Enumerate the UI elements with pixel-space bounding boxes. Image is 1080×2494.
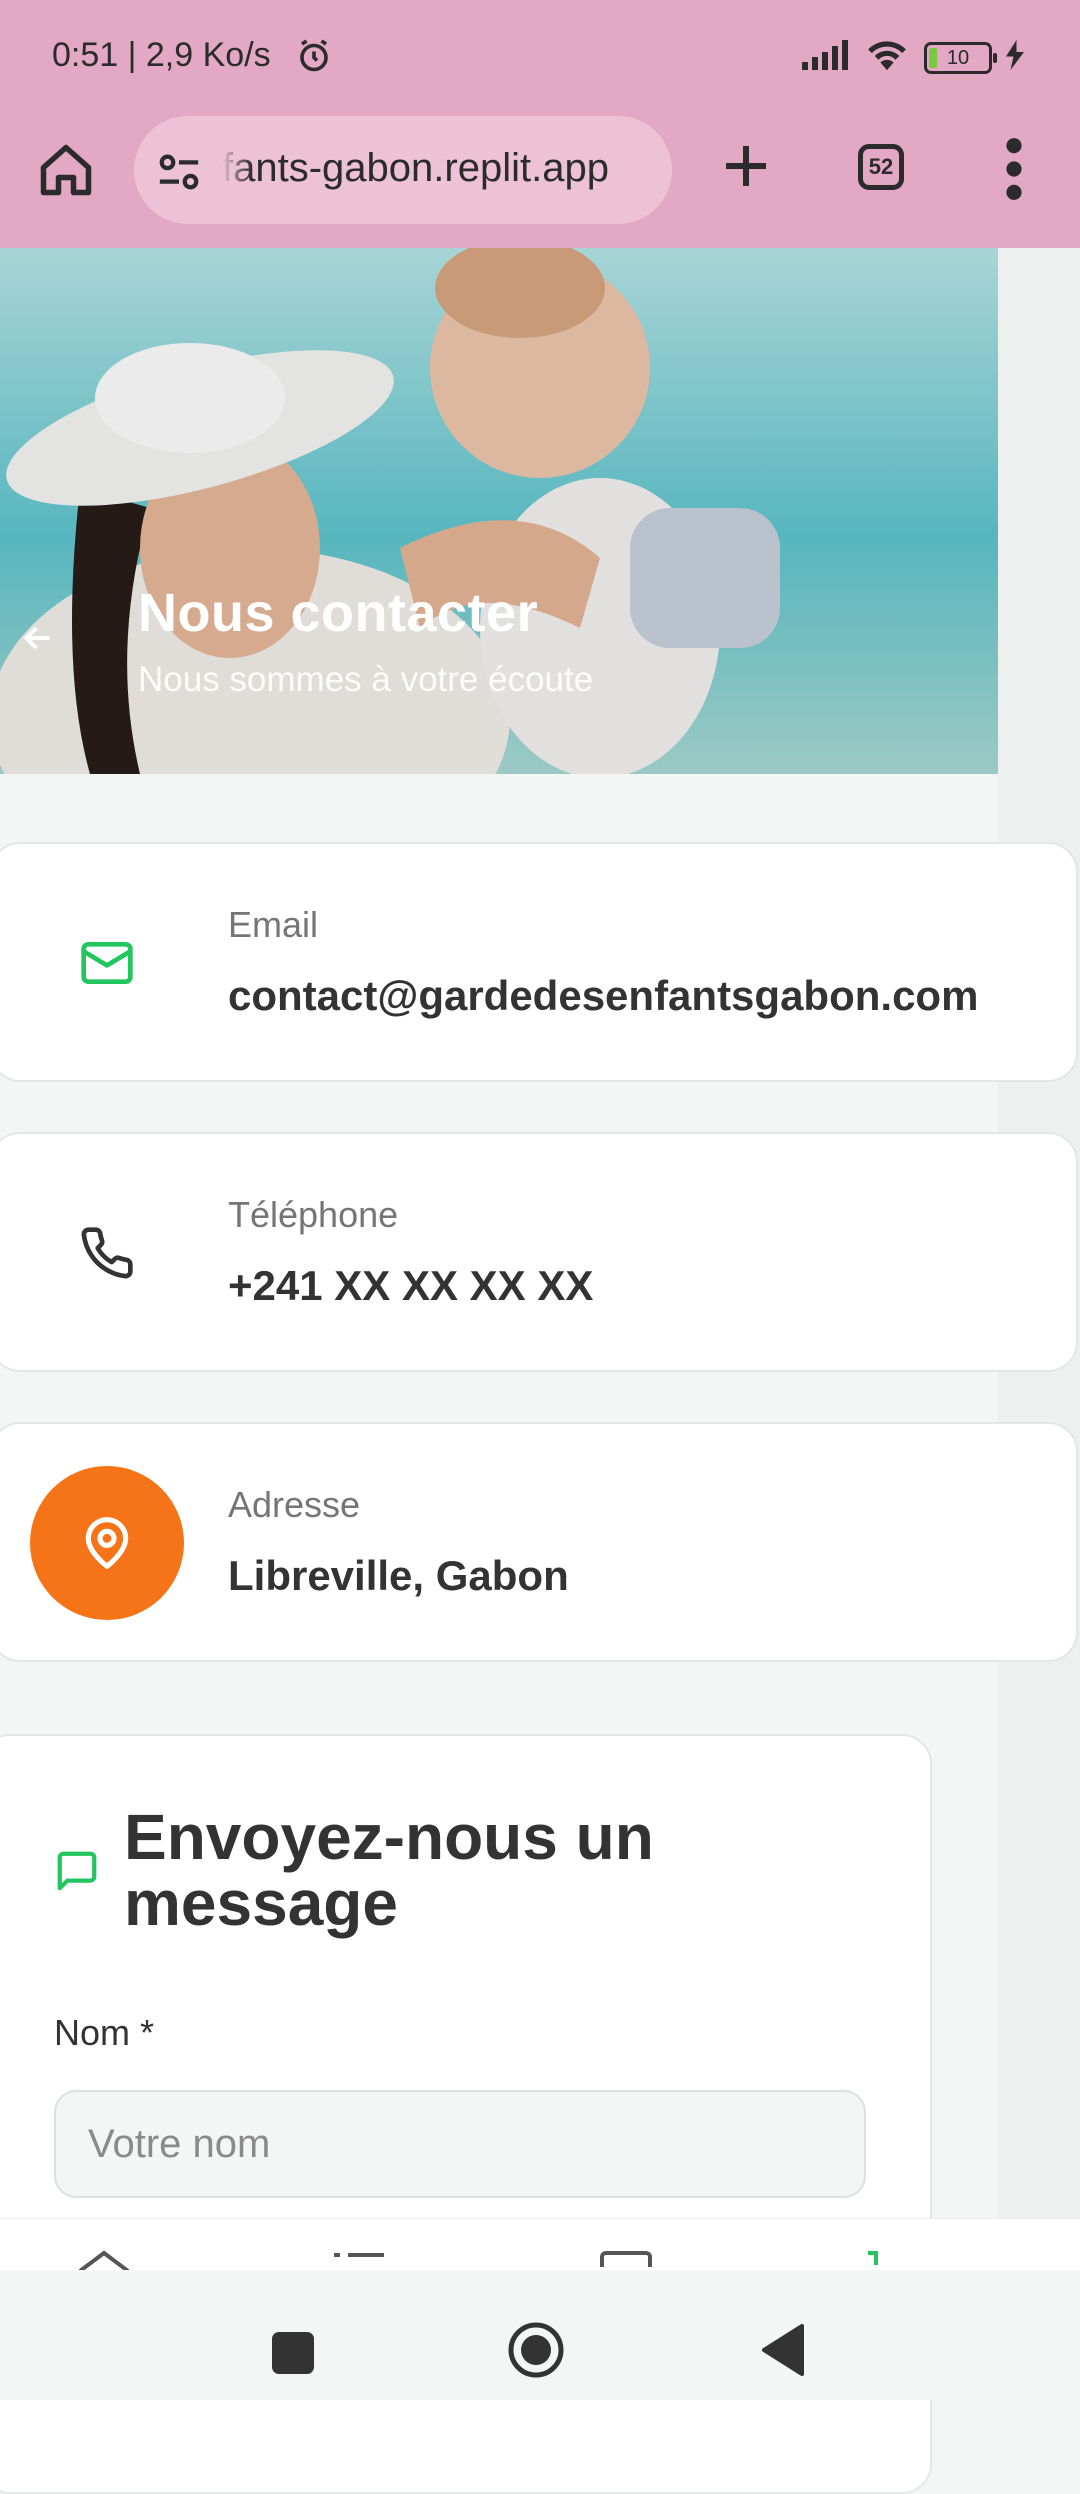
site-settings-icon[interactable] — [156, 152, 202, 197]
page-title: Nous contacter — [138, 583, 539, 643]
url-text[interactable]: fants-gabon.replit.app — [222, 146, 662, 191]
message-square-icon — [54, 1848, 100, 1899]
home-button[interactable] — [36, 140, 96, 200]
mail-icon — [30, 886, 184, 1040]
bottom-app-nav — [0, 2218, 1080, 2271]
map-pin-icon — [30, 1466, 184, 1620]
plus-icon — [726, 146, 766, 186]
contact-value: Libreville, Gabon — [228, 1552, 569, 1599]
phone-icon — [30, 1176, 184, 1330]
system-home-icon[interactable] — [506, 2320, 566, 2385]
browser-toolbar: fants-gabon.replit.app 52 — [0, 112, 1080, 248]
wifi-icon — [864, 38, 910, 77]
new-tab-button[interactable] — [716, 136, 776, 196]
more-vert-icon[interactable] — [990, 134, 1038, 204]
system-nav-bar — [0, 2270, 1080, 2400]
battery-icon: 10 — [924, 41, 997, 74]
charging-icon — [1006, 40, 1024, 75]
nav-list-icon[interactable] — [330, 2249, 386, 2271]
contact-value[interactable]: +241 XX XX XX XX — [228, 1262, 593, 1310]
recents-icon[interactable] — [272, 2332, 314, 2374]
nav-message-icon[interactable] — [598, 2249, 654, 2271]
hero-banner: Nous contacter Nous sommes à votre écout… — [0, 248, 998, 774]
home-icon — [40, 144, 92, 196]
address-bar[interactable]: fants-gabon.replit.app — [134, 116, 672, 224]
form-title: Envoyez-nous un message — [124, 1801, 654, 1939]
tabs-button[interactable]: 52 — [858, 144, 904, 190]
nav-phone-icon[interactable] — [852, 2249, 908, 2271]
system-back-icon[interactable] — [760, 2322, 806, 2383]
contact-card-email[interactable]: Email contact@gardedesenfantsgabon.com — [0, 842, 1078, 1082]
signal-icon — [802, 40, 850, 75]
status-bar: 0:51 | 2,9 Ko/s 10 — [0, 0, 1080, 112]
name-input[interactable] — [54, 2090, 866, 2198]
page-subtitle: Nous sommes à votre écoute — [138, 660, 594, 699]
back-arrow-icon[interactable] — [18, 618, 58, 663]
battery-level: 10 — [946, 46, 970, 69]
contact-label: Adresse — [228, 1484, 361, 1525]
contact-value[interactable]: contact@gardedesenfantsgabon.com — [228, 972, 978, 1020]
contact-label: Email — [228, 904, 319, 945]
name-label: Nom * — [54, 2012, 155, 2053]
nav-home-icon[interactable] — [76, 2249, 132, 2271]
contact-card-phone[interactable]: Téléphone +241 XX XX XX XX — [0, 1132, 1078, 1372]
alarm-icon — [296, 38, 332, 79]
contact-card-address[interactable]: Adresse Libreville, Gabon — [0, 1422, 1078, 1662]
status-time: 0:51 | 2,9 Ko/s — [52, 36, 271, 74]
status-indicators: 10 — [802, 38, 1024, 77]
contact-label: Téléphone — [228, 1194, 399, 1235]
